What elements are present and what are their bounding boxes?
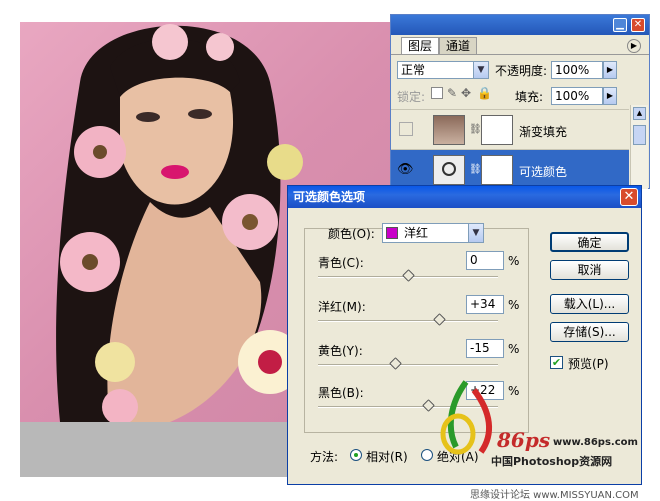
watermark-site: www.86ps.com — [553, 437, 638, 448]
slider-label: 青色(C): — [318, 256, 364, 270]
load-button[interactable]: 载入(L)... — [550, 294, 629, 314]
percent-unit: % — [508, 384, 520, 398]
lock-label: 锁定: — [397, 90, 426, 104]
watermark-logo-graphic — [440, 380, 493, 455]
slider-value-field[interactable]: -15 — [466, 339, 504, 358]
slider-value: 0 — [470, 253, 478, 267]
lock-move-icon[interactable]: ✥ — [461, 86, 471, 100]
layers-panel: ▁ ✕ 图层 通道 ▶ 正常 ▼ 不透明度: 100% ▶ 锁定: ✎ ✥ 🔒 … — [390, 14, 650, 189]
preview-label: 预览(P) — [568, 357, 609, 371]
slider-value: -15 — [470, 341, 490, 355]
layers-panel-titlebar[interactable]: ▁ ✕ — [391, 15, 649, 35]
minimize-icon[interactable]: ▁ — [613, 18, 627, 32]
layer-row-gradient-fill[interactable]: ⛓ 渐变填充 — [391, 109, 629, 149]
method-relative-label: 相对(R) — [366, 450, 408, 464]
close-icon[interactable]: ✕ — [631, 18, 645, 32]
chevron-down-icon[interactable]: ▼ — [468, 224, 483, 242]
layer-mask-thumbnail — [481, 115, 513, 145]
fill-value: 100% — [555, 89, 590, 103]
lock-all-icon[interactable]: 🔒 — [477, 86, 492, 100]
dialog-title[interactable]: 可选颜色选项 — [288, 186, 641, 208]
save-button[interactable]: 存储(S)... — [550, 322, 629, 342]
panel-menu-icon[interactable]: ▶ — [627, 39, 641, 53]
method-label: 方法: — [310, 450, 339, 464]
method-relative-radio[interactable] — [350, 449, 362, 461]
tab-channels[interactable]: 通道 — [439, 37, 478, 54]
preview-checkbox[interactable]: ✔ — [550, 356, 563, 369]
chevron-down-icon[interactable]: ▼ — [473, 62, 488, 78]
layers-scrollbar[interactable]: ▲ — [630, 105, 648, 189]
slider-label: 黄色(Y): — [318, 344, 363, 358]
percent-unit: % — [508, 342, 520, 356]
color-swatch — [386, 227, 398, 239]
fill-label: 填充: — [515, 90, 544, 104]
lock-transparency-icon[interactable] — [431, 87, 443, 99]
slider-track[interactable] — [318, 320, 498, 322]
opacity-slider-arrow-icon[interactable]: ▶ — [603, 61, 617, 79]
slider-value: +34 — [470, 297, 496, 311]
footer-credit: 思缘设计论坛 www.MISSYUAN.COM — [470, 490, 639, 501]
color-label: 颜色(O): — [328, 227, 375, 241]
tab-layers[interactable]: 图层 — [401, 37, 440, 54]
opacity-label: 不透明度: — [495, 64, 548, 78]
slider-label: 黑色(B): — [318, 386, 364, 400]
slider-track[interactable] — [318, 364, 498, 366]
color-select[interactable]: 洋红 ▼ — [382, 223, 484, 243]
adjustment-thumbnail — [433, 155, 465, 185]
fill-slider-arrow-icon[interactable]: ▶ — [603, 87, 617, 105]
link-icon: ⛓ — [469, 164, 482, 175]
watermark-logo-text: 86ps — [497, 428, 551, 452]
slider-label: 洋红(M): — [318, 300, 366, 314]
method-absolute-radio[interactable] — [421, 449, 433, 461]
ok-button[interactable]: 确定 — [550, 232, 629, 252]
lock-brush-icon[interactable]: ✎ — [447, 86, 457, 100]
visibility-toggle[interactable] — [399, 122, 413, 136]
watermark-caption: 中国Photoshop资源网 — [491, 455, 613, 468]
opacity-field[interactable]: 100% — [551, 61, 603, 79]
percent-unit: % — [508, 254, 520, 268]
fill-field[interactable]: 100% — [551, 87, 603, 105]
cancel-button[interactable]: 取消 — [550, 260, 629, 280]
layer-mask-thumbnail — [481, 155, 513, 185]
layer-thumbnail — [433, 115, 465, 145]
layer-name: 可选颜色 — [519, 165, 568, 179]
close-icon[interactable]: ✕ — [620, 188, 638, 206]
eye-icon[interactable]: 👁 — [397, 162, 414, 177]
layer-row-selective-color[interactable]: 👁 ⛓ 可选颜色 — [391, 149, 629, 189]
percent-unit: % — [508, 298, 520, 312]
slider-value-field[interactable]: +34 — [466, 295, 504, 314]
blend-mode-value: 正常 — [401, 63, 426, 77]
link-icon: ⛓ — [469, 124, 482, 135]
layer-name: 渐变填充 — [519, 125, 568, 139]
blend-mode-select[interactable]: 正常 ▼ — [397, 61, 489, 79]
opacity-value: 100% — [555, 63, 590, 77]
color-select-value: 洋红 — [404, 226, 429, 240]
slider-value-field[interactable]: 0 — [466, 251, 504, 270]
